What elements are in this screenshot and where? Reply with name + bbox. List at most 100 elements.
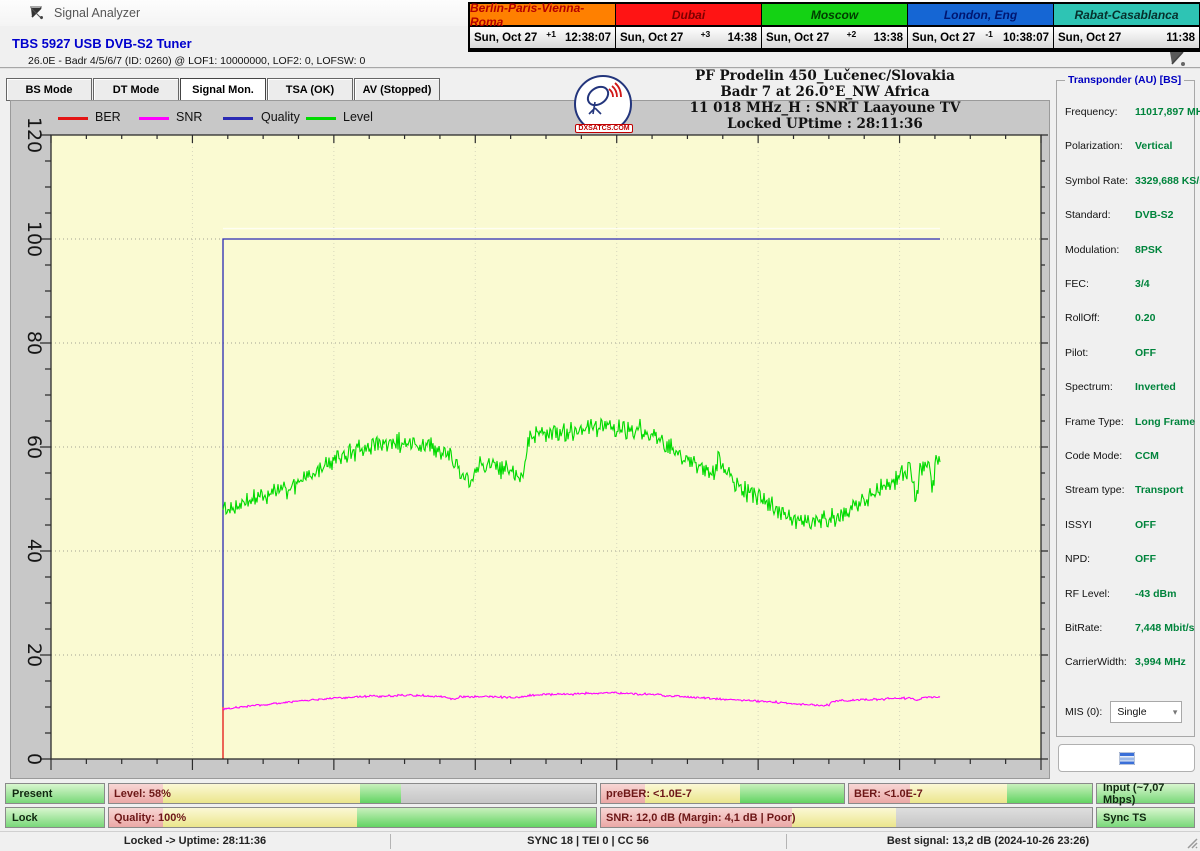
tab-bs-mode[interactable]: BS Mode [6,78,92,101]
tab-av-stopped-[interactable]: AV (Stopped) [354,78,440,101]
legend-swatch-snr [139,117,169,120]
transponder-label: Frame Type: [1065,415,1124,428]
y-axis-tick-label: 120 [23,117,45,153]
mis-select[interactable]: Single ▾ [1110,701,1183,723]
clock-time-cell: Sun, Oct 27 +2 13:38 [762,27,907,48]
gauge-bar-snr: SNR: 12,0 dB (Margin: 4,1 dB | Poor) [600,807,1093,828]
clock-time-cell: Sun, Oct 27 +3 14:38 [616,27,761,48]
tuner-title: TBS 5927 USB DVB-S2 Tuner [12,36,192,51]
transponder-value: DVB-S2 [1135,209,1174,222]
status-uptime: Locked -> Uptime: 28:11:36 [123,835,267,847]
transponder-label: Stream type: [1065,484,1125,497]
legend-swatch-level [306,117,336,120]
logo-dish-icon [586,82,622,115]
y-axis-tick-label: 40 [23,539,45,563]
transponder-label: RF Level: [1065,587,1110,600]
gauge-zone-green [1006,784,1092,803]
transponder-value: OFF [1135,553,1156,566]
tab-dt-mode[interactable]: DT Mode [93,78,179,101]
gauge-bar-ber: BER: <1.0E-7 [848,783,1093,804]
resize-grip[interactable] [1186,837,1199,850]
clock-column: Moscow Sun, Oct 27 +2 13:38 [762,4,908,50]
legend-label-quality: Quality [261,110,300,124]
gauge-zone-green [359,784,402,803]
legend-label-snr: SNR [176,110,203,124]
gauge-bar-preber: preBER: <1.0E-7 [600,783,845,804]
y-axis-tick-label: 0 [23,753,45,765]
clock-time: 12:38:07 [564,31,611,44]
status-bar: Locked -> Uptime: 28:11:36 SYNC 18 | TEI… [0,831,1200,851]
transponder-value: Inverted [1135,381,1176,394]
transponder-value: 0.20 [1135,312,1156,325]
transponder-panel: Transponder (AU) [BS] Frequency: 11017,89… [1056,74,1200,737]
tuner-subtitle: 26.0E - Badr 4/5/6/7 (ID: 0260) @ LOF1: … [28,55,366,67]
transponder-label: FEC: [1065,278,1089,290]
transponder-label: Symbol Rate: [1065,174,1129,187]
badge-input: Input (~7,07 Mbps) [1096,782,1195,806]
transponder-value: 3,994 MHz [1135,656,1186,669]
transponder-value: Vertical [1135,140,1173,153]
session-header-line: Badr 7 at 26.0°E_NW Africa [720,84,930,100]
clock-time: 11:38 [1166,31,1195,44]
clock-city-header: Rabat-Casablanca [1054,4,1199,27]
transponder-value: 3/4 [1135,278,1150,290]
chevron-down-icon: ▾ [1172,706,1178,717]
gauge-bar-quality: Quality: 100% [108,807,597,828]
transponder-panel-title: Transponder (AU) [BS] [1065,74,1185,86]
badge-lock: Lock [5,807,105,828]
clock-utc-offset: -1 [985,28,993,39]
clock-city-header: Dubai [616,4,761,27]
signal-history-chart: 0 20 40 60 80 100 120 [23,117,1048,770]
gauge-zone-yellow [909,784,1007,803]
clock-column: Rabat-Casablanca Sun, Oct 27 11:38 [1054,4,1199,50]
status-sync: SYNC 18 | TEI 0 | CC 56 [527,835,649,847]
gauge-label: BER: <1.0E-7 [854,787,923,800]
transponder-value: 7,448 Mbit/s [1135,622,1195,634]
gauge-label: preBER: <1.0E-7 [606,787,692,800]
clock-city-header: London, Eng [908,4,1053,27]
transponder-label: RollOff: [1065,312,1100,325]
legend-label-level: Level [343,110,373,124]
tab-signal-mon-[interactable]: Signal Mon. [180,78,266,101]
legend-swatch-ber [58,117,88,120]
transponder-label: Modulation: [1065,243,1120,256]
clock-time: 14:38 [727,31,757,44]
transponder-list-button[interactable] [1058,744,1195,772]
dxsatcs-logo: DXSATCS.COM [574,75,633,133]
gauge-zone-green [357,808,596,827]
transponder-label: Polarization: [1065,140,1123,153]
mis-label: MIS (0): [1065,706,1103,718]
clock-time-cell: Sun, Oct 27 11:38 [1054,27,1199,48]
transponder-label: BitRate: [1065,622,1103,634]
gauge-zone-green [739,784,844,803]
transponder-label: Standard: [1065,209,1111,222]
transponder-label: NPD: [1065,553,1091,566]
y-axis-tick-label: 80 [23,331,45,355]
window-title: Signal Analyzer [54,6,141,20]
legend-label-ber: BER [95,110,121,124]
clock-date: Sun, Oct 27 [766,31,830,44]
signal-chart-panel: BER SNR Quality Level 0 20 40 60 80 100 120 [10,100,1050,779]
clock-column: London, Eng Sun, Oct 27 -1 10:38:07 [908,4,1054,50]
app-satellite-icon [30,6,43,20]
clock-date: Sun, Oct 27 [620,31,684,44]
clock-utc-offset: +3 [700,28,711,39]
gauge-zone-yellow [162,808,358,827]
transponder-value: Transport [1135,484,1184,497]
transponder-label: Code Mode: [1065,450,1123,462]
clock-time: 10:38:07 [1002,31,1049,44]
session-header-line: PF Prodelin 450_Lučenec/Slovakia [695,68,955,84]
clock-utc-offset: +2 [846,28,857,39]
legend-swatch-quality [223,117,253,120]
clock-column: Dubai Sun, Oct 27 +3 14:38 [616,4,762,50]
badge-present: Present [5,783,105,804]
gauge-label: Level: 58% [114,787,171,800]
transponder-label: Spectrum: [1065,381,1113,394]
transponder-value: Long Frame [1135,415,1196,428]
clock-date: Sun, Oct 27 [474,31,538,44]
y-axis-tick-label: 100 [23,221,45,257]
transponder-value: 11017,897 MHz [1135,106,1200,118]
tab-tsa-ok-[interactable]: TSA (OK) [267,78,353,101]
clock-date: Sun, Oct 27 [1058,31,1122,44]
clock-column: Berlin-Paris-Vienna-Roma Sun, Oct 27 +1 12:… [470,1,616,50]
